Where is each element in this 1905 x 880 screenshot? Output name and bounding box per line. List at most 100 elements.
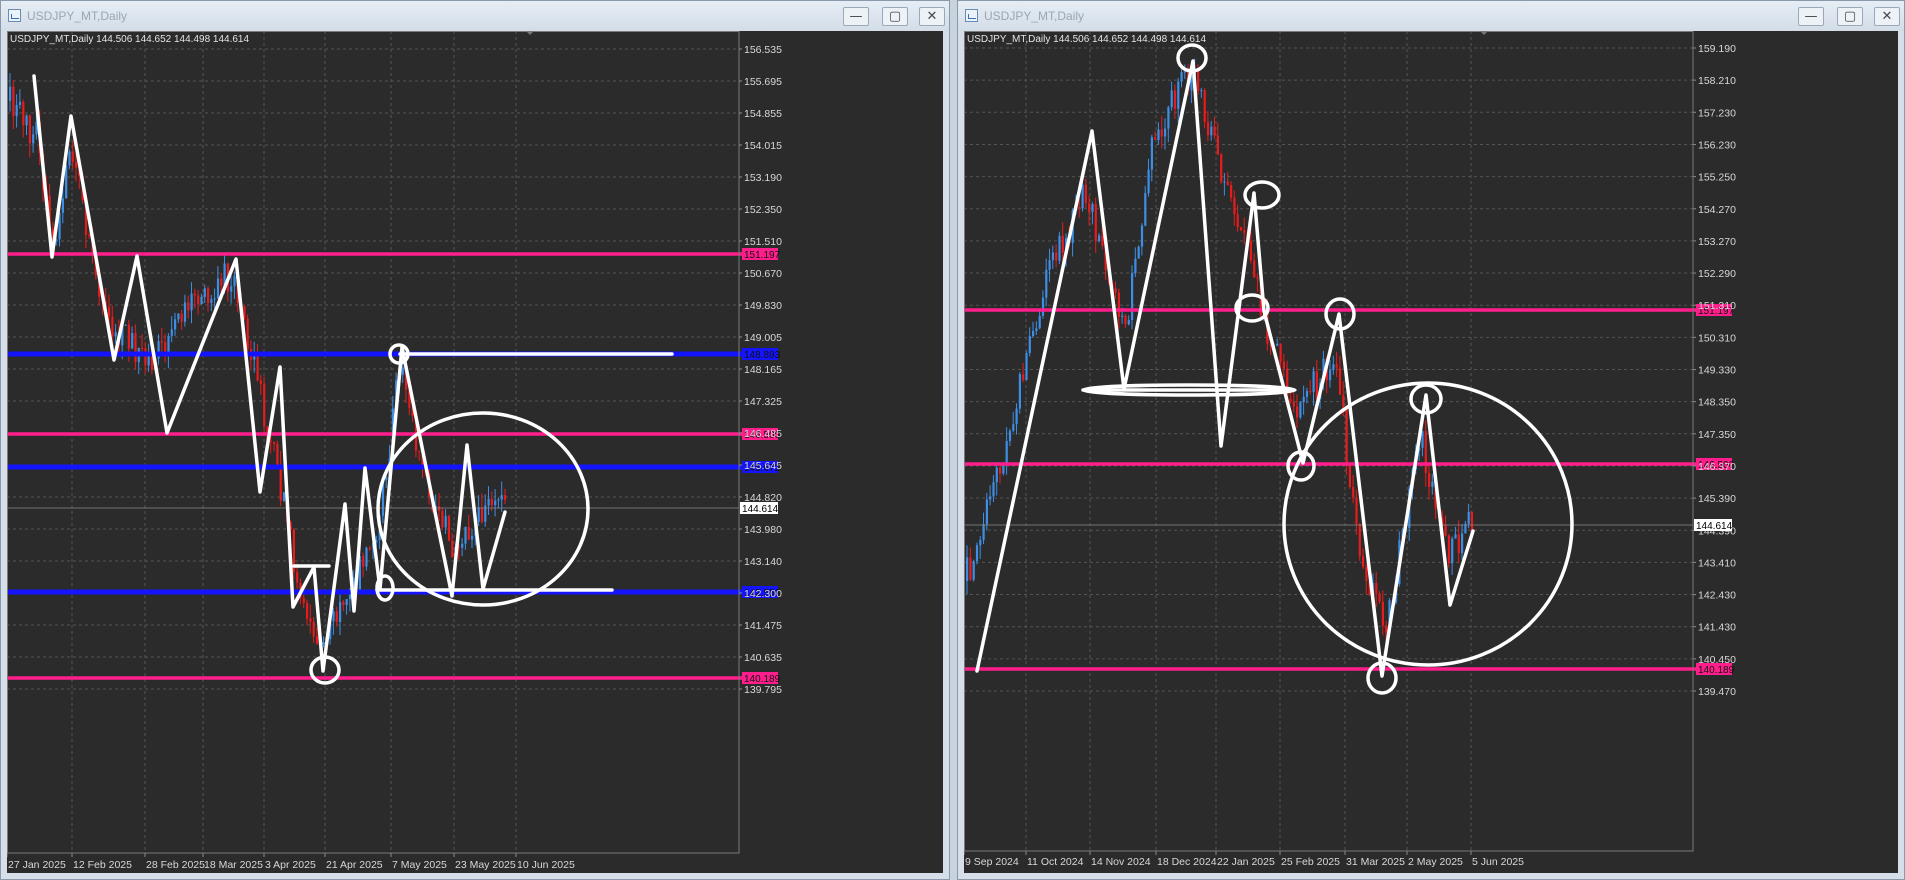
- bull-candle: [1058, 235, 1061, 261]
- date-tick-label: 27 Jan 2025: [8, 859, 66, 871]
- price-tick-label: 146.370: [1698, 461, 1736, 473]
- price-chart[interactable]: 151.197146.500140.189159.190158.210157.2…: [964, 31, 1898, 873]
- bear-candle: [1355, 497, 1358, 524]
- bull-candle: [1025, 353, 1028, 381]
- price-tick-label: 149.330: [1698, 365, 1736, 377]
- bear-candle: [1447, 535, 1450, 564]
- date-tick-label: 2 May 2025: [1408, 856, 1463, 868]
- bear-candle: [1084, 184, 1087, 204]
- bear-candle: [71, 151, 74, 163]
- price-tick-label: 148.165: [744, 364, 782, 376]
- bear-candle: [480, 507, 484, 522]
- level-price-label: 151.197: [744, 250, 781, 261]
- bear-candle: [418, 450, 421, 453]
- price-tick-label: 154.855: [744, 108, 782, 120]
- bear-candle: [1249, 240, 1252, 261]
- price-tick-label: 152.350: [744, 204, 782, 216]
- price-tick-label: 157.230: [1698, 107, 1736, 119]
- chart-area[interactable]: 151.197 146.500 140.189 159.190 158.210 157.2…: [964, 31, 1898, 873]
- price-tick-label: 153.270: [1698, 236, 1736, 248]
- bear-candle: [1213, 126, 1216, 136]
- bear-candle: [1055, 252, 1058, 261]
- date-tick-label: 28 Feb 2025: [146, 859, 205, 871]
- bear-candle: [12, 86, 15, 117]
- title-bar[interactable]: USDJPY_MT,Daily — ▢ ✕: [1, 1, 949, 31]
- close-button[interactable]: ✕: [1874, 7, 1900, 26]
- bear-candle: [302, 597, 305, 603]
- date-tick-label: 18 Mar 2025: [204, 859, 263, 871]
- price-tick-label: 151.310: [1698, 300, 1736, 312]
- bull-candle: [124, 324, 127, 326]
- bear-candle: [1378, 593, 1381, 602]
- price-tick-label: 141.475: [744, 620, 782, 632]
- bull-candle: [131, 333, 134, 349]
- price-tick-label: 140.450: [1698, 654, 1736, 666]
- bear-candle: [1381, 601, 1384, 626]
- bull-candle: [1451, 538, 1454, 564]
- chart-window-left[interactable]: USDJPY_MT,Daily — ▢ ✕ 151.197 148.893 146.…: [0, 0, 950, 880]
- bull-candle: [1005, 441, 1008, 466]
- price-chart[interactable]: 151.197148.893146.500145.672142.556140.1…: [7, 31, 943, 873]
- window-title: USDJPY_MT,Daily: [27, 9, 128, 23]
- bear-candle: [269, 440, 272, 442]
- bull-candle: [494, 500, 497, 506]
- price-tick-label: 139.795: [744, 684, 782, 696]
- bear-candle: [1061, 235, 1064, 253]
- bull-candle: [992, 482, 995, 497]
- bull-candle: [1134, 258, 1137, 274]
- bull-candle: [203, 288, 206, 297]
- title-bar[interactable]: USDJPY_MT,Daily — ▢ ✕: [958, 1, 1904, 31]
- bull-candle: [497, 499, 500, 501]
- bear-candle: [1197, 70, 1200, 92]
- price-tick-label: 152.290: [1698, 268, 1736, 280]
- date-tick-label: 22 Jan 2025: [1217, 856, 1275, 868]
- bull-candle: [1028, 336, 1031, 354]
- bear-candle: [1282, 361, 1285, 369]
- price-tick-label: 141.430: [1698, 622, 1736, 634]
- minimize-button[interactable]: —: [843, 7, 869, 26]
- bull-candle: [18, 101, 22, 106]
- date-tick-label: 9 Sep 2024: [965, 856, 1019, 868]
- bull-candle: [233, 276, 236, 287]
- bear-candle: [447, 516, 451, 541]
- bear-candle: [438, 506, 441, 511]
- bull-candle: [975, 545, 979, 562]
- bull-candle: [68, 151, 71, 166]
- price-tick-label: 153.190: [744, 172, 782, 184]
- price-tick-label: 142.430: [1698, 590, 1736, 602]
- bull-candle: [365, 547, 368, 567]
- maximize-button[interactable]: ▢: [1837, 7, 1863, 26]
- bear-candle: [276, 443, 279, 465]
- bear-candle: [1345, 406, 1348, 464]
- chart-window-right[interactable]: USDJPY_MT,Daily — ▢ ✕ 151.197 146.500 140.…: [957, 0, 1905, 880]
- bull-candle: [282, 492, 286, 501]
- bull-candle: [1048, 260, 1051, 270]
- bear-candle: [1296, 406, 1299, 418]
- chart-window-icon: [8, 9, 21, 22]
- bull-candle: [183, 302, 187, 322]
- price-tick-label: 150.670: [744, 268, 782, 280]
- bull-candle: [190, 293, 193, 311]
- bear-candle: [127, 324, 130, 349]
- bear-candle: [207, 288, 210, 303]
- price-tick-label: 143.410: [1698, 557, 1736, 569]
- bear-candle: [1375, 583, 1378, 594]
- bear-candle: [296, 571, 299, 583]
- bear-candle: [315, 636, 319, 645]
- date-tick-label: 25 Feb 2025: [1281, 856, 1340, 868]
- bear-candle: [246, 318, 249, 350]
- level-price-label: 148.893: [744, 350, 781, 361]
- bear-candle: [134, 333, 137, 363]
- maximize-button[interactable]: ▢: [882, 7, 908, 26]
- price-tick-label: 140.635: [744, 652, 782, 664]
- close-button[interactable]: ✕: [919, 7, 945, 26]
- bull-candle: [401, 367, 404, 375]
- bull-candle: [1183, 71, 1186, 73]
- bear-candle: [1358, 523, 1361, 557]
- bull-candle: [1276, 343, 1279, 346]
- minimize-button[interactable]: —: [1798, 7, 1824, 26]
- price-tick-label: 154.270: [1698, 204, 1736, 216]
- chart-area[interactable]: 151.197 148.893 146.500 145.672 142.556 140.1…: [7, 31, 943, 873]
- bear-candle: [1342, 394, 1345, 407]
- date-tick-label: 14 Nov 2024: [1091, 856, 1151, 868]
